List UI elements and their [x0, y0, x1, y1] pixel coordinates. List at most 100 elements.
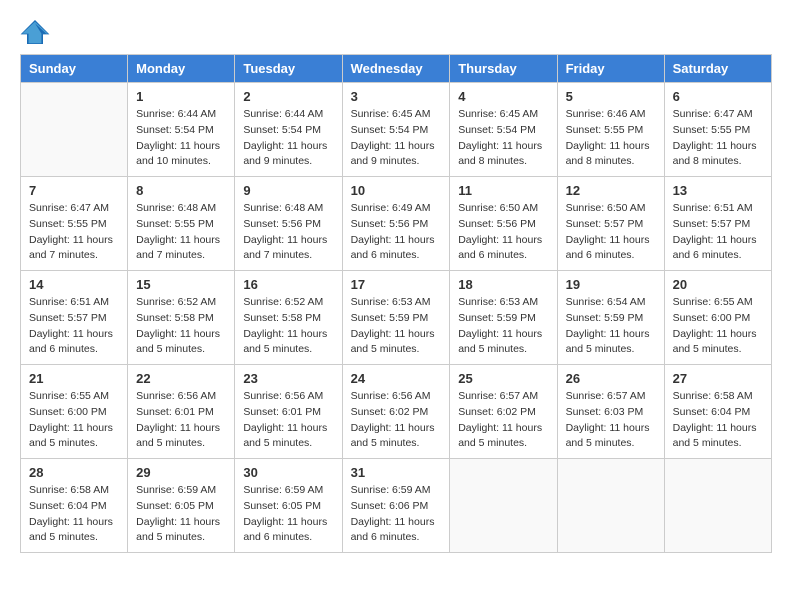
calendar-day-header: Thursday [450, 55, 557, 83]
day-number: 14 [29, 277, 119, 292]
calendar-day-header: Monday [128, 55, 235, 83]
cell-info: Sunrise: 6:52 AMSunset: 5:58 PMDaylight:… [136, 295, 226, 358]
day-number: 24 [351, 371, 442, 386]
cell-info: Sunrise: 6:58 AMSunset: 6:04 PMDaylight:… [29, 483, 119, 546]
cell-info: Sunrise: 6:45 AMSunset: 5:54 PMDaylight:… [351, 107, 442, 170]
cell-info: Sunrise: 6:56 AMSunset: 6:01 PMDaylight:… [243, 389, 333, 452]
calendar-cell: 4Sunrise: 6:45 AMSunset: 5:54 PMDaylight… [450, 83, 557, 177]
calendar-cell: 20 Sunrise: 6:55 AMSunset: 6:00 PMDayligh… [664, 271, 771, 365]
day-number: 22 [136, 371, 226, 386]
calendar-cell: 27 Sunrise: 6:58 AMSunset: 6:04 PMDayligh… [664, 365, 771, 459]
calendar-cell: 6 Sunrise: 6:47 AMSunset: 5:55 PMDaylight… [664, 83, 771, 177]
calendar-cell: 7Sunrise: 6:47 AMSunset: 5:55 PMDaylight… [21, 177, 128, 271]
day-number: 25 [458, 371, 548, 386]
cell-info: Sunrise: 6:50 AMSunset: 5:57 PMDaylight:… [566, 201, 656, 264]
calendar-cell: 25Sunrise: 6:57 AMSunset: 6:02 PMDayligh… [450, 365, 557, 459]
cell-info: Sunrise: 6:55 AMSunset: 6:00 PMDaylight:… [673, 295, 763, 358]
day-number: 1 [136, 89, 226, 104]
cell-info: Sunrise: 6:48 AMSunset: 5:55 PMDaylight:… [136, 201, 226, 264]
calendar-cell: 1 Sunrise: 6:44 AMSunset: 5:54 PMDaylight… [128, 83, 235, 177]
day-number: 8 [136, 183, 226, 198]
calendar-cell: 30 Sunrise: 6:59 AMSunset: 6:05 PMDayligh… [235, 459, 342, 553]
day-number: 5 [566, 89, 656, 104]
cell-info: Sunrise: 6:58 AMSunset: 6:04 PMDaylight:… [673, 389, 763, 452]
cell-info: Sunrise: 6:46 AMSunset: 5:55 PMDaylight:… [566, 107, 656, 170]
calendar-cell: 15 Sunrise: 6:52 AMSunset: 5:58 PMDayligh… [128, 271, 235, 365]
calendar-cell [21, 83, 128, 177]
cell-info: Sunrise: 6:44 AMSunset: 5:54 PMDaylight:… [136, 107, 226, 170]
calendar-cell: 17 Sunrise: 6:53 AMSunset: 5:59 PMDayligh… [342, 271, 450, 365]
calendar-cell [450, 459, 557, 553]
day-number: 27 [673, 371, 763, 386]
cell-info: Sunrise: 6:44 AMSunset: 5:54 PMDaylight:… [243, 107, 333, 170]
calendar-table: SundayMondayTuesdayWednesdayThursdayFrid… [20, 54, 772, 553]
calendar-day-header: Saturday [664, 55, 771, 83]
calendar-cell: 12 Sunrise: 6:50 AMSunset: 5:57 PMDayligh… [557, 177, 664, 271]
calendar-day-header: Friday [557, 55, 664, 83]
calendar-cell: 28 Sunrise: 6:58 AMSunset: 6:04 PMDayligh… [21, 459, 128, 553]
day-number: 4 [458, 89, 548, 104]
calendar-week-row: 1 Sunrise: 6:44 AMSunset: 5:54 PMDaylight… [21, 83, 772, 177]
calendar-cell: 10 Sunrise: 6:49 AMSunset: 5:56 PMDayligh… [342, 177, 450, 271]
calendar-week-row: 28 Sunrise: 6:58 AMSunset: 6:04 PMDayligh… [21, 459, 772, 553]
cell-info: Sunrise: 6:56 AMSunset: 6:02 PMDaylight:… [351, 389, 442, 452]
day-number: 11 [458, 183, 548, 198]
calendar-cell: 26 Sunrise: 6:57 AMSunset: 6:03 PMDayligh… [557, 365, 664, 459]
day-number: 26 [566, 371, 656, 386]
cell-info: Sunrise: 6:51 AMSunset: 5:57 PMDaylight:… [673, 201, 763, 264]
day-number: 20 [673, 277, 763, 292]
logo [20, 20, 54, 44]
day-number: 2 [243, 89, 333, 104]
day-number: 10 [351, 183, 442, 198]
cell-info: Sunrise: 6:59 AMSunset: 6:05 PMDaylight:… [136, 483, 226, 546]
calendar-week-row: 7Sunrise: 6:47 AMSunset: 5:55 PMDaylight… [21, 177, 772, 271]
cell-info: Sunrise: 6:57 AMSunset: 6:03 PMDaylight:… [566, 389, 656, 452]
calendar-cell: 16 Sunrise: 6:52 AMSunset: 5:58 PMDayligh… [235, 271, 342, 365]
day-number: 12 [566, 183, 656, 198]
calendar-cell: 18Sunrise: 6:53 AMSunset: 5:59 PMDayligh… [450, 271, 557, 365]
cell-info: Sunrise: 6:55 AMSunset: 6:00 PMDaylight:… [29, 389, 119, 452]
cell-info: Sunrise: 6:52 AMSunset: 5:58 PMDaylight:… [243, 295, 333, 358]
calendar-cell: 21Sunrise: 6:55 AMSunset: 6:00 PMDayligh… [21, 365, 128, 459]
calendar-day-header: Wednesday [342, 55, 450, 83]
day-number: 15 [136, 277, 226, 292]
cell-info: Sunrise: 6:56 AMSunset: 6:01 PMDaylight:… [136, 389, 226, 452]
calendar-cell: 8 Sunrise: 6:48 AMSunset: 5:55 PMDaylight… [128, 177, 235, 271]
calendar-cell: 14 Sunrise: 6:51 AMSunset: 5:57 PMDayligh… [21, 271, 128, 365]
cell-info: Sunrise: 6:51 AMSunset: 5:57 PMDaylight:… [29, 295, 119, 358]
calendar-cell: 11Sunrise: 6:50 AMSunset: 5:56 PMDayligh… [450, 177, 557, 271]
cell-info: Sunrise: 6:48 AMSunset: 5:56 PMDaylight:… [243, 201, 333, 264]
calendar-cell: 31 Sunrise: 6:59 AMSunset: 6:06 PMDayligh… [342, 459, 450, 553]
day-number: 17 [351, 277, 442, 292]
cell-info: Sunrise: 6:49 AMSunset: 5:56 PMDaylight:… [351, 201, 442, 264]
calendar-cell: 3Sunrise: 6:45 AMSunset: 5:54 PMDaylight… [342, 83, 450, 177]
calendar-week-row: 14 Sunrise: 6:51 AMSunset: 5:57 PMDayligh… [21, 271, 772, 365]
calendar-cell: 9 Sunrise: 6:48 AMSunset: 5:56 PMDaylight… [235, 177, 342, 271]
calendar-cell: 2 Sunrise: 6:44 AMSunset: 5:54 PMDaylight… [235, 83, 342, 177]
calendar-day-header: Tuesday [235, 55, 342, 83]
calendar-day-header: Sunday [21, 55, 128, 83]
day-number: 30 [243, 465, 333, 480]
calendar-cell: 13 Sunrise: 6:51 AMSunset: 5:57 PMDayligh… [664, 177, 771, 271]
day-number: 6 [673, 89, 763, 104]
day-number: 31 [351, 465, 442, 480]
cell-info: Sunrise: 6:53 AMSunset: 5:59 PMDaylight:… [458, 295, 548, 358]
cell-info: Sunrise: 6:53 AMSunset: 5:59 PMDaylight:… [351, 295, 442, 358]
cell-info: Sunrise: 6:47 AMSunset: 5:55 PMDaylight:… [673, 107, 763, 170]
cell-info: Sunrise: 6:47 AMSunset: 5:55 PMDaylight:… [29, 201, 119, 264]
day-number: 28 [29, 465, 119, 480]
day-number: 16 [243, 277, 333, 292]
calendar-cell: 22 Sunrise: 6:56 AMSunset: 6:01 PMDayligh… [128, 365, 235, 459]
day-number: 13 [673, 183, 763, 198]
calendar-cell [557, 459, 664, 553]
page-header [20, 20, 772, 44]
cell-info: Sunrise: 6:59 AMSunset: 6:05 PMDaylight:… [243, 483, 333, 546]
day-number: 9 [243, 183, 333, 198]
calendar-cell: 19 Sunrise: 6:54 AMSunset: 5:59 PMDayligh… [557, 271, 664, 365]
cell-info: Sunrise: 6:59 AMSunset: 6:06 PMDaylight:… [351, 483, 442, 546]
calendar-cell: 24 Sunrise: 6:56 AMSunset: 6:02 PMDayligh… [342, 365, 450, 459]
day-number: 19 [566, 277, 656, 292]
calendar-cell: 29Sunrise: 6:59 AMSunset: 6:05 PMDayligh… [128, 459, 235, 553]
calendar-header-row: SundayMondayTuesdayWednesdayThursdayFrid… [21, 55, 772, 83]
cell-info: Sunrise: 6:54 AMSunset: 5:59 PMDaylight:… [566, 295, 656, 358]
